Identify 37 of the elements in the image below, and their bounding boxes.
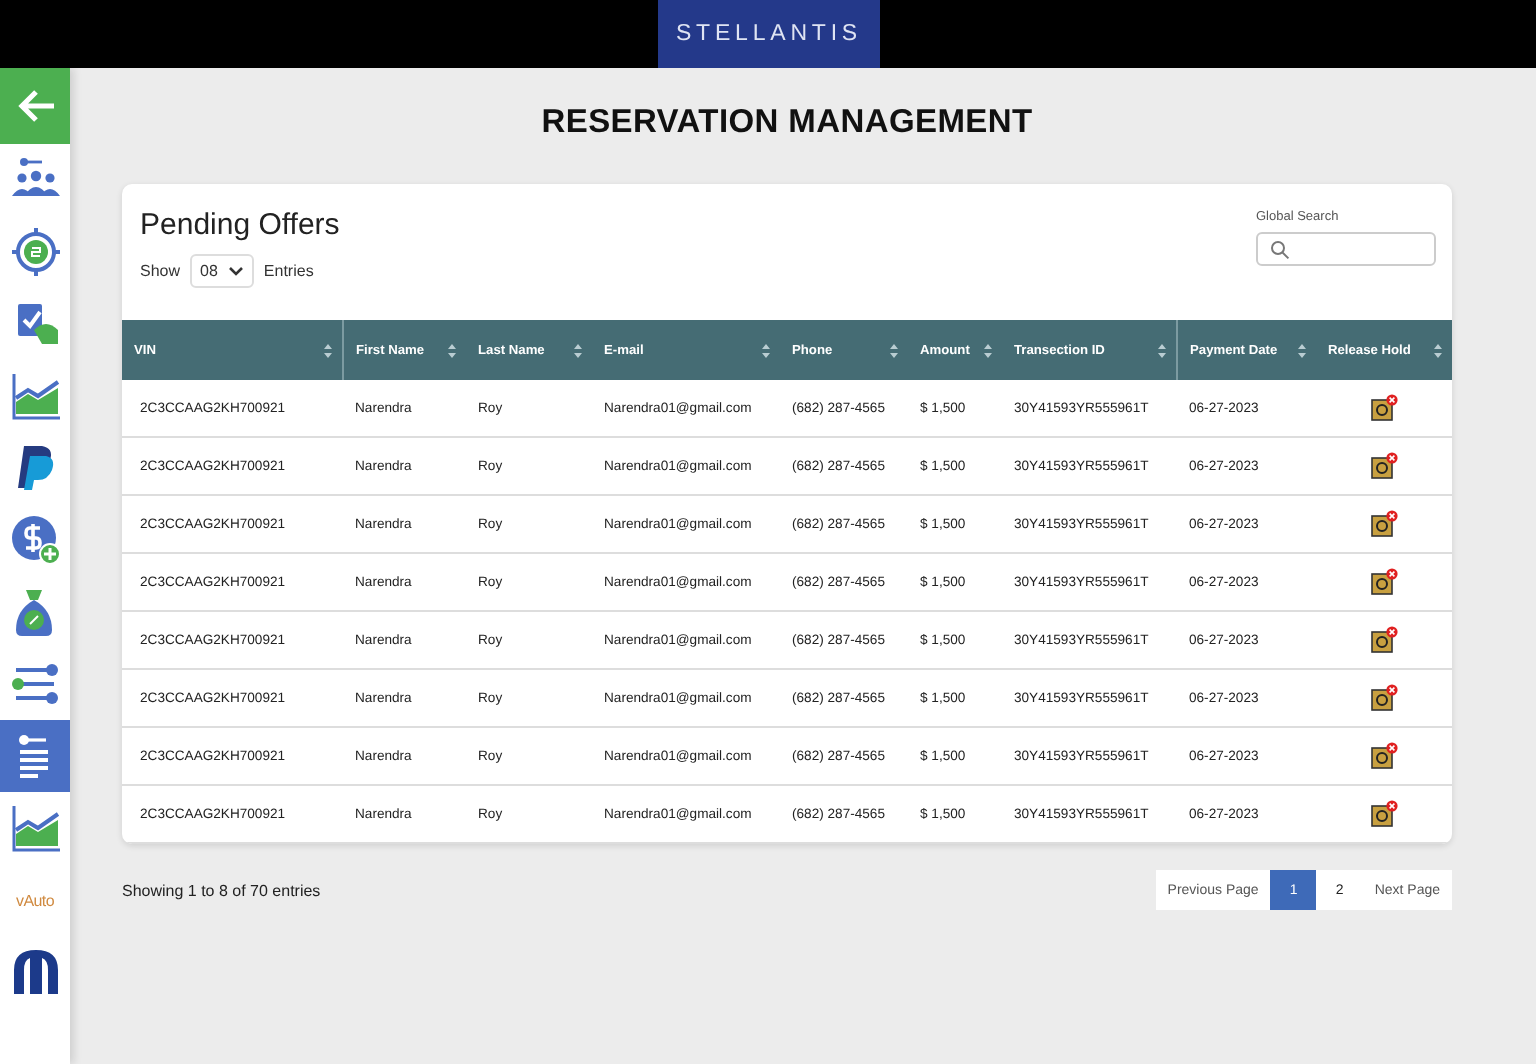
card-title: Pending Offers	[140, 208, 340, 242]
m-logo-icon	[9, 946, 61, 998]
sort-icon	[1298, 344, 1306, 358]
sort-icon	[324, 344, 332, 358]
entries-summary: Showing 1 to 8 of 70 entries	[122, 881, 321, 899]
entries-label: Entries	[263, 262, 314, 280]
release-hold-button[interactable]	[1370, 684, 1398, 712]
chart-icon	[9, 802, 61, 854]
search-field[interactable]	[1256, 232, 1436, 266]
release-hold-button[interactable]	[1370, 568, 1398, 596]
release-hold-button[interactable]	[1370, 742, 1398, 770]
sort-icon	[1158, 344, 1166, 358]
release-hold-button[interactable]	[1370, 452, 1398, 480]
sort-icon	[890, 344, 898, 358]
release-hold-button[interactable]	[1370, 510, 1398, 538]
sort-icon	[1434, 344, 1442, 358]
sort-icon	[984, 344, 992, 358]
sort-icon	[762, 344, 770, 358]
arrow-left-icon	[15, 88, 55, 124]
brand-logo: STELLANTIS	[658, 0, 880, 68]
show-label: Show	[140, 262, 181, 280]
page-title: RESERVATION MANAGEMENT	[539, 102, 1035, 144]
search-icon	[1270, 239, 1290, 259]
money-target-icon	[9, 226, 61, 278]
release-hold-button[interactable]	[1370, 394, 1398, 422]
sliders-icon	[9, 658, 61, 710]
sort-icon	[574, 344, 582, 358]
back-button[interactable]	[0, 68, 70, 144]
dollar-plus-icon	[9, 514, 61, 566]
page-size-select[interactable]: 08	[190, 254, 254, 288]
release-hold-button[interactable]	[1370, 800, 1398, 828]
sidebar-item[interactable]	[0, 720, 70, 792]
release-hold-button[interactable]	[1370, 626, 1398, 654]
chevron-icon	[227, 266, 244, 276]
sidebar-item[interactable]: vAuto	[0, 864, 70, 936]
sort-icon	[448, 344, 456, 358]
chart-icon	[9, 370, 61, 422]
